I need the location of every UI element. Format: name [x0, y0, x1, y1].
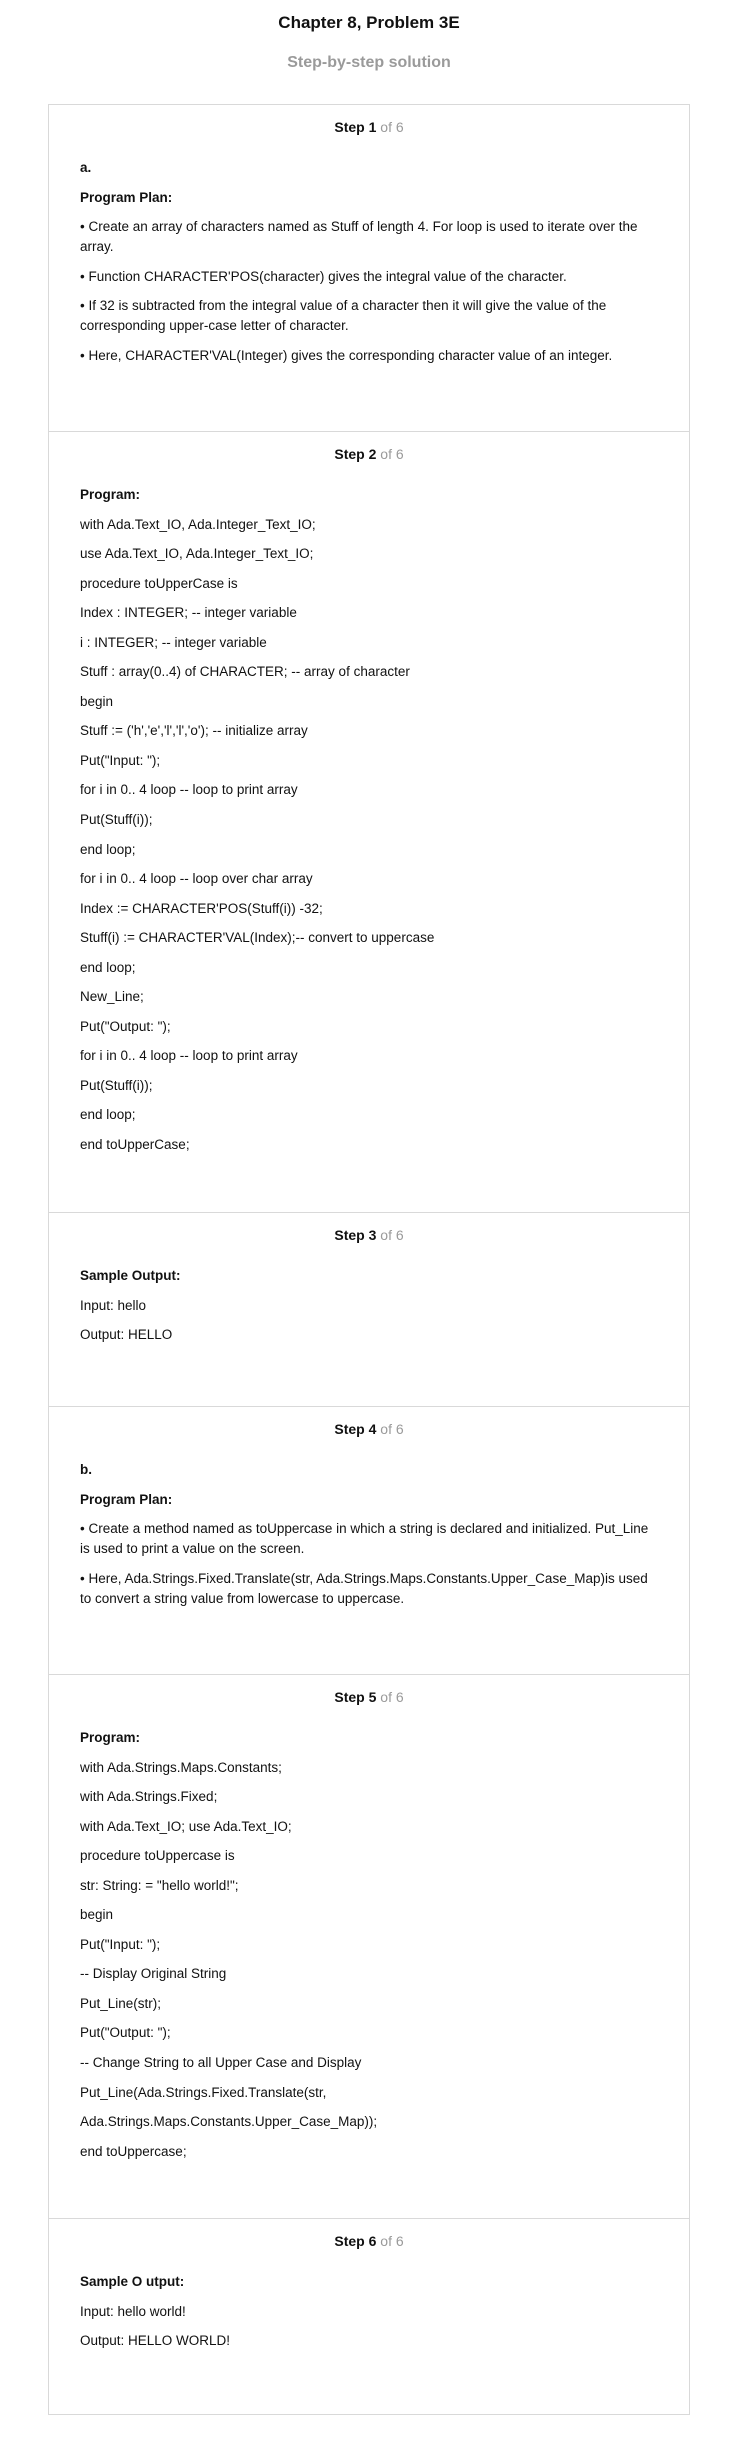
bullet-item: • Here, Ada.Strings.Fixed.Translate(str,…	[80, 1570, 648, 1606]
code-line: Index := CHARACTER'POS(Stuff(i)) -32;	[80, 900, 323, 916]
solution-steps: Step 1 of 6 a. Program Plan: • Create an…	[48, 104, 690, 2415]
step-of-total: of 6	[380, 2233, 404, 2249]
code-line: with Ada.Text_IO, Ada.Integer_Text_IO;	[80, 516, 316, 532]
code-line: with Ada.Text_IO; use Ada.Text_IO;	[80, 1818, 292, 1834]
step-label: Step 6	[334, 2233, 377, 2249]
code-line: Put("Input: ");	[80, 1936, 161, 1952]
step-body: Sample O utput: Input: hello world! Outp…	[80, 2250, 658, 2351]
step-4: Step 4 of 6 b. Program Plan: • Create a …	[49, 1406, 689, 1674]
step-label: Step 2	[334, 446, 377, 462]
step-3: Step 3 of 6 Sample Output: Input: hello …	[49, 1212, 689, 1406]
step-6: Step 6 of 6 Sample O utput: Input: hello…	[49, 2218, 689, 2414]
step-2: Step 2 of 6 Program: with Ada.Text_IO, A…	[49, 431, 689, 1212]
step-5: Step 5 of 6 Program: with Ada.Strings.Ma…	[49, 1674, 689, 2218]
step-label: Step 1	[334, 119, 377, 135]
code-line: procedure toUpperCase is	[80, 575, 238, 591]
bullet-item: • Create an array of characters named as…	[80, 219, 638, 254]
step-label: Step 4	[334, 1421, 377, 1437]
step-header: Step 4 of 6	[80, 1407, 658, 1438]
step-header: Step 2 of 6	[80, 432, 658, 463]
output-line: Output: HELLO	[80, 1327, 173, 1343]
section-heading: Program Plan:	[80, 1491, 173, 1507]
code-line: with Ada.Strings.Fixed;	[80, 1789, 218, 1805]
section-heading: Program Plan:	[80, 189, 173, 205]
part-label: b.	[80, 1462, 92, 1477]
code-line: Stuff : array(0..4) of CHARACTER; -- arr…	[80, 664, 410, 680]
step-header: Step 3 of 6	[80, 1213, 658, 1244]
part-label: a.	[80, 160, 92, 175]
code-line: -- Change String to all Upper Case and D…	[80, 2054, 362, 2070]
code-line: end loop;	[80, 841, 136, 857]
output-line: Output: HELLO WORLD!	[80, 2333, 231, 2349]
code-line: Stuff := ('h','e','l','l','o'); -- initi…	[80, 723, 308, 739]
step-body: a. Program Plan: • Create an array of ch…	[80, 136, 658, 366]
step-label: Step 3	[334, 1227, 377, 1243]
section-heading: Program:	[80, 487, 141, 502]
code-line: Index : INTEGER; -- integer variable	[80, 605, 297, 621]
code-line: Ada.Strings.Maps.Constants.Upper_Case_Ma…	[80, 2114, 378, 2130]
step-body: Program: with Ada.Text_IO, Ada.Integer_T…	[80, 463, 658, 1155]
output-line: Input: hello	[80, 1297, 147, 1313]
code-line: with Ada.Strings.Maps.Constants;	[80, 1759, 282, 1775]
bullet-item: • Here, CHARACTER'VAL(Integer) gives the…	[80, 347, 613, 363]
code-line: Put(Stuff(i));	[80, 1077, 153, 1093]
section-heading: Sample O utput:	[80, 2274, 185, 2289]
step-body: Sample Output: Input: hello Output: HELL…	[80, 1244, 658, 1345]
code-line: end loop;	[80, 959, 136, 975]
step-header: Step 6 of 6	[80, 2219, 658, 2250]
code-line: procedure toUppercase is	[80, 1848, 235, 1864]
section-heading: Sample Output:	[80, 1268, 181, 1283]
page-subtitle: Step-by-step solution	[287, 54, 451, 71]
code-line: Put_Line(Ada.Strings.Fixed.Translate(str…	[80, 2084, 327, 2100]
code-line: i : INTEGER; -- integer variable	[80, 634, 267, 650]
code-line: begin	[80, 1907, 114, 1923]
code-line: Put("Input: ");	[80, 752, 161, 768]
code-line: New_Line;	[80, 989, 144, 1005]
section-heading: Program:	[80, 1730, 141, 1745]
code-line: str: String: = "hello world!";	[80, 1877, 239, 1893]
code-line: Put("Output: ");	[80, 1018, 171, 1034]
code-line: end toUppercase;	[80, 2143, 187, 2159]
bullet-item: • If 32 is subtracted from the integral …	[80, 298, 607, 333]
page-title: Chapter 8, Problem 3E	[278, 13, 460, 32]
step-header: Step 1 of 6	[80, 105, 658, 136]
step-of-total: of 6	[380, 1689, 404, 1705]
code-line: Put(Stuff(i));	[80, 811, 153, 827]
step-of-total: of 6	[380, 1227, 404, 1243]
code-line: -- Display Original String	[80, 1966, 227, 1982]
step-of-total: of 6	[380, 1421, 404, 1437]
code-line: end toUpperCase;	[80, 1136, 190, 1152]
code-line: for i in 0.. 4 loop -- loop to print arr…	[80, 1048, 298, 1064]
step-of-total: of 6	[380, 446, 404, 462]
bullet-item: • Create a method named as toUppercase i…	[80, 1521, 649, 1556]
step-body: b. Program Plan: • Create a method named…	[80, 1438, 658, 1609]
code-line: Put("Output: ");	[80, 2025, 171, 2041]
step-of-total: of 6	[380, 119, 404, 135]
code-line: begin	[80, 693, 114, 709]
bullet-item: • Function CHARACTER'POS(character) give…	[80, 268, 567, 284]
step-label: Step 5	[334, 1689, 377, 1705]
code-line: end loop;	[80, 1107, 136, 1123]
code-line: Stuff(i) := CHARACTER'VAL(Index);-- conv…	[80, 930, 435, 946]
output-line: Input: hello world!	[80, 2303, 186, 2319]
step-header: Step 5 of 6	[80, 1675, 658, 1706]
code-line: Put_Line(str);	[80, 1995, 162, 2011]
step-1: Step 1 of 6 a. Program Plan: • Create an…	[49, 105, 689, 431]
code-line: for i in 0.. 4 loop -- loop over char ar…	[80, 871, 313, 887]
code-line: for i in 0.. 4 loop -- loop to print arr…	[80, 782, 298, 798]
step-body: Program: with Ada.Strings.Maps.Constants…	[80, 1706, 658, 2162]
code-line: use Ada.Text_IO, Ada.Integer_Text_IO;	[80, 546, 314, 562]
